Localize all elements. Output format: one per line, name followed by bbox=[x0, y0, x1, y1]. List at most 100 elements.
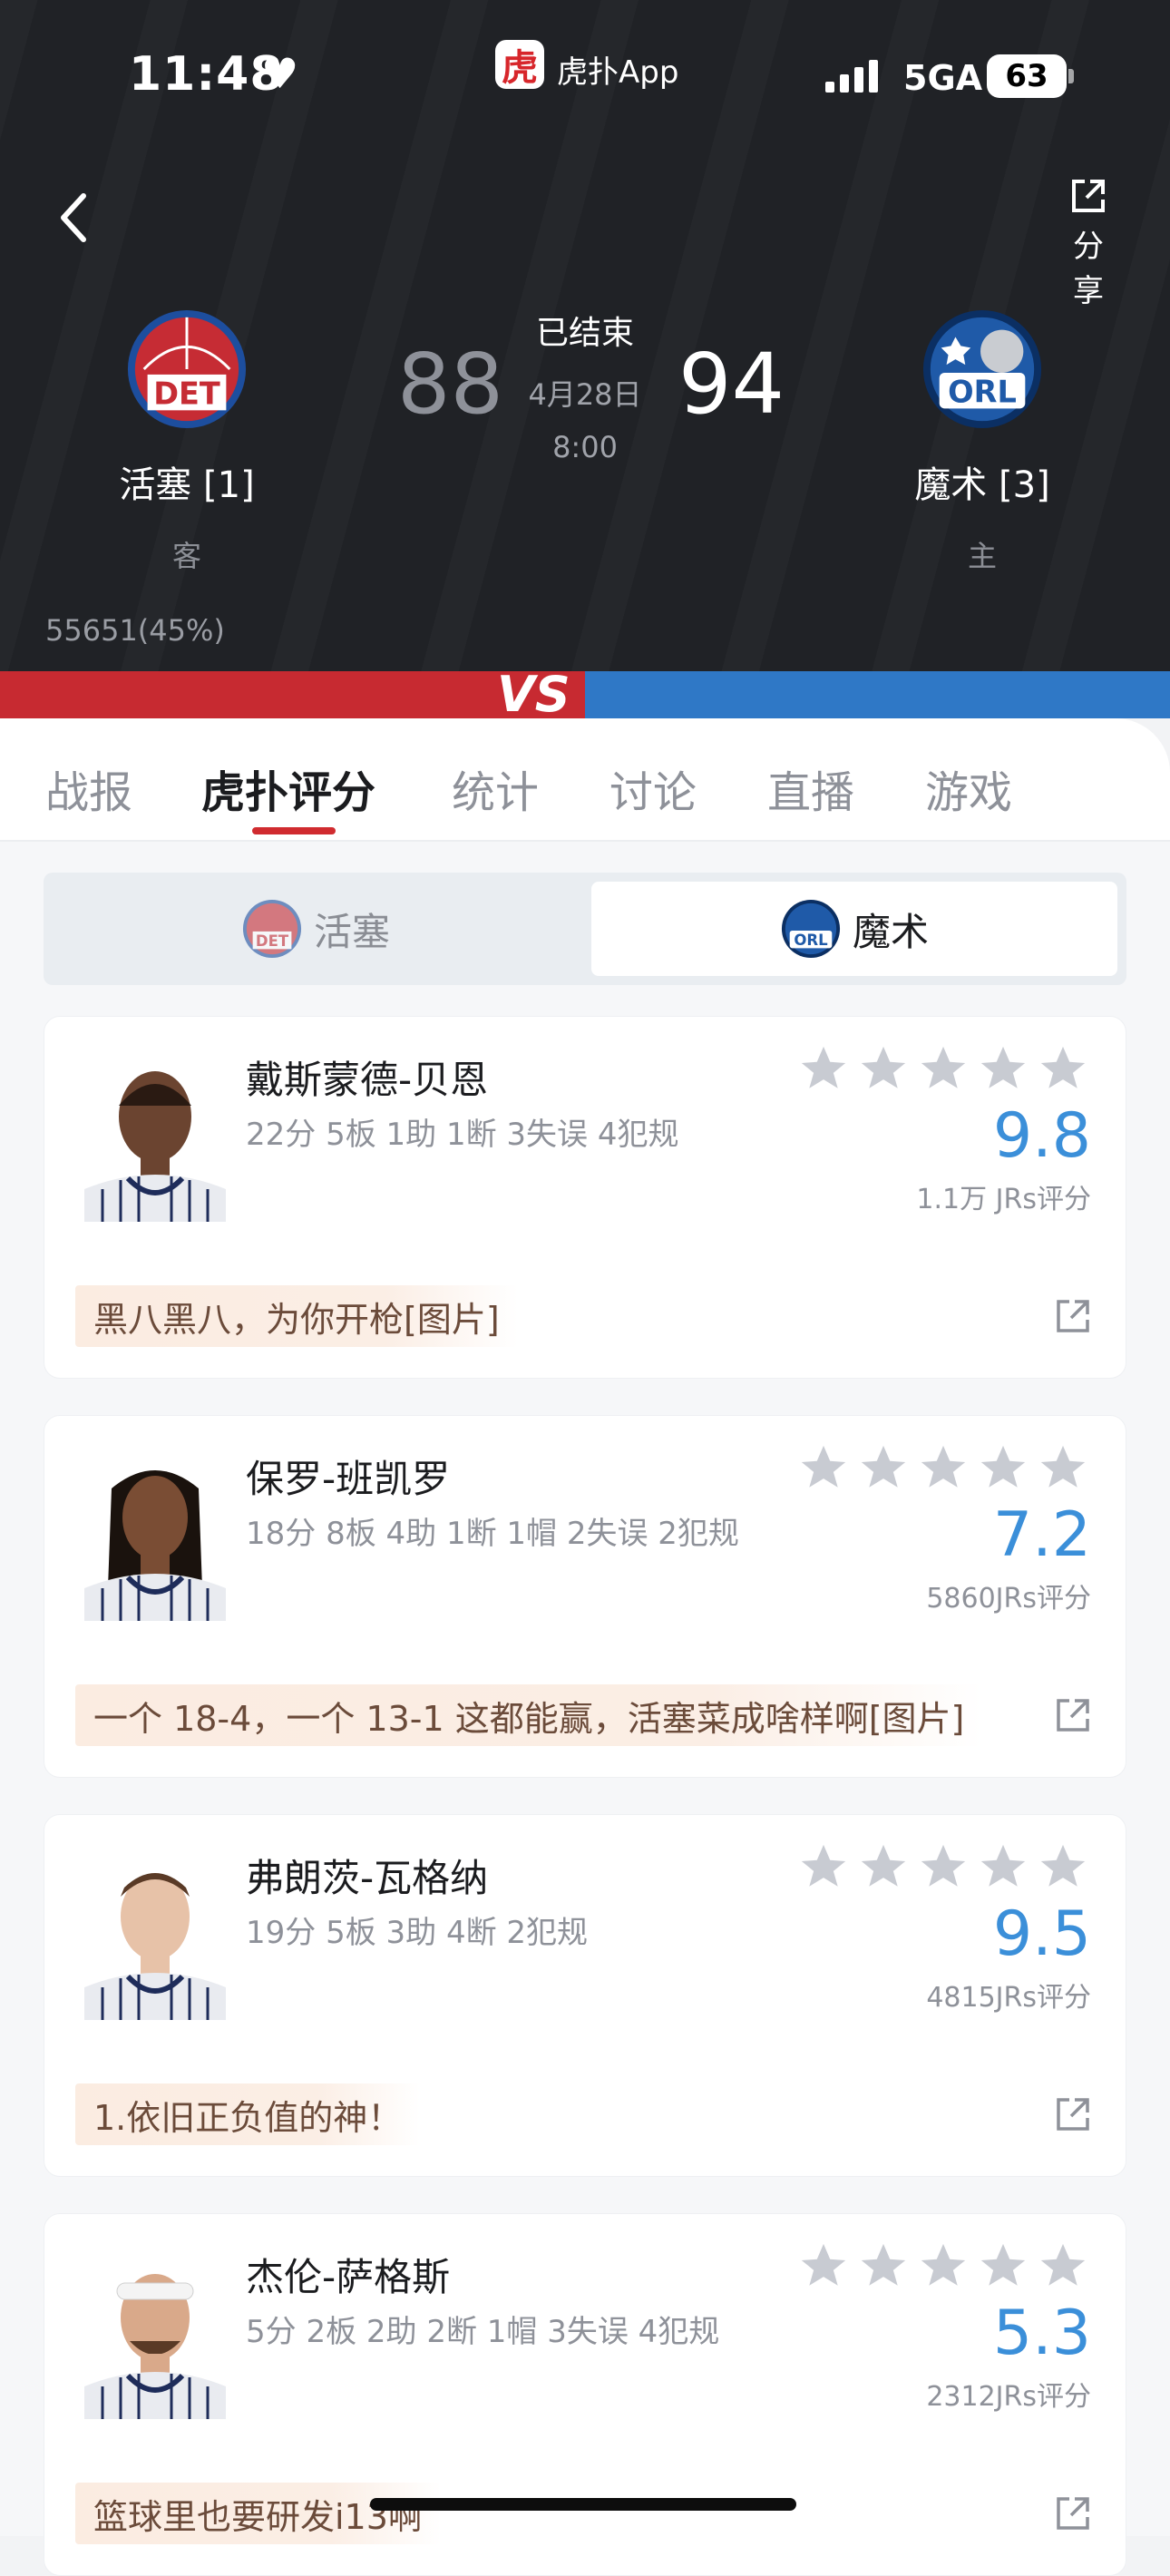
top-comment[interactable]: 1.依旧正负值的神！ bbox=[75, 2083, 421, 2145]
star-icon[interactable] bbox=[797, 2239, 850, 2292]
top-comment[interactable]: 篮球里也要研发i13啊 bbox=[75, 2483, 441, 2544]
top-comment[interactable]: 一个 18-4，一个 13-1 这都能赢，活塞菜成啥样啊[图片] bbox=[75, 1684, 983, 1746]
status-time: 11:48 bbox=[129, 47, 284, 102]
heart-icon: ♥ bbox=[261, 49, 299, 98]
star-icon[interactable] bbox=[977, 2239, 1029, 2292]
support-bar-home bbox=[585, 671, 1170, 718]
share-icon[interactable] bbox=[1053, 1296, 1093, 1336]
star-icon[interactable] bbox=[857, 2239, 910, 2292]
star-icon[interactable] bbox=[977, 1840, 1029, 1893]
away-team[interactable]: DET 活塞 [1] 客 bbox=[87, 307, 287, 575]
magic-mini-logo: ORL bbox=[781, 899, 841, 959]
game-time: 8:00 bbox=[552, 430, 618, 464]
team-switch-home[interactable]: ORL 魔术 bbox=[591, 882, 1117, 976]
star-icon[interactable] bbox=[977, 1441, 1029, 1494]
magic-mini-abbr: ORL bbox=[794, 932, 828, 949]
network-label: 5GA bbox=[903, 58, 983, 98]
star-rating[interactable] bbox=[797, 1840, 1089, 1893]
player-card[interactable]: 杰伦-萨格斯 5分 2板 2助 2断 1帽 3失误 4犯规 5.3 2312JR… bbox=[44, 2213, 1126, 2576]
tab-active-indicator bbox=[252, 827, 336, 834]
share-label: 分享 bbox=[1073, 229, 1104, 309]
player-stats: 18分 8板 4助 1断 1帽 2失误 2犯规 bbox=[246, 1516, 739, 1552]
away-score: 88 bbox=[397, 336, 504, 433]
game-status-text: 已结束 bbox=[535, 315, 634, 352]
pistons-mini-logo: DET bbox=[242, 899, 302, 959]
tab-stats[interactable]: 统计 bbox=[452, 756, 539, 820]
player-photo bbox=[75, 2250, 235, 2419]
player-stats: 19分 5板 3助 4断 2犯规 bbox=[246, 1915, 589, 1951]
star-rating[interactable] bbox=[797, 1042, 1089, 1095]
hupu-app-icon: 虎 bbox=[495, 40, 544, 89]
player-card[interactable]: 弗朗茨-瓦格纳 19分 5板 3助 4断 2犯规 9.5 4815JRs评分 1… bbox=[44, 1814, 1126, 2177]
tab-hupu-rating[interactable]: 虎扑评分 bbox=[201, 756, 375, 820]
share-icon[interactable] bbox=[1053, 2493, 1093, 2533]
share-icon bbox=[1072, 180, 1105, 212]
player-photo bbox=[75, 1053, 235, 1222]
player-stats: 5分 2板 2助 2断 1帽 3失误 4犯规 bbox=[246, 2314, 720, 2350]
back-arrow-icon[interactable] bbox=[56, 190, 89, 245]
star-icon[interactable] bbox=[917, 1441, 970, 1494]
team-switch-away-label: 活塞 bbox=[313, 909, 390, 954]
game-status: 已结束 4月28日 8:00 bbox=[494, 307, 676, 464]
player-stats: 22分 5板 1助 1断 3失误 4犯规 bbox=[246, 1117, 679, 1153]
star-icon[interactable] bbox=[1037, 2239, 1089, 2292]
star-icon[interactable] bbox=[857, 1441, 910, 1494]
team-switch: DET 活塞 ORL 魔术 bbox=[44, 873, 1126, 985]
star-rating[interactable] bbox=[797, 1441, 1089, 1494]
star-icon[interactable] bbox=[797, 1042, 850, 1095]
team-switch-home-label: 魔术 bbox=[852, 909, 929, 954]
tab-games[interactable]: 游戏 bbox=[925, 756, 1012, 820]
home-indicator[interactable] bbox=[370, 2498, 796, 2511]
battery-icon: 63 bbox=[987, 54, 1067, 98]
star-icon[interactable] bbox=[917, 1042, 970, 1095]
pistons-abbr: DET bbox=[153, 376, 220, 411]
status-bar: 11:48 ♥ 虎 虎扑App 5GA 63 bbox=[0, 0, 1170, 154]
tab-bar: 战报 虎扑评分 统计 讨论 直播 游戏 bbox=[0, 718, 1170, 842]
star-icon[interactable] bbox=[1037, 1840, 1089, 1893]
away-team-name: 活塞 [1] bbox=[119, 464, 255, 506]
player-rating: 7.2 bbox=[992, 1499, 1091, 1571]
star-icon[interactable] bbox=[1037, 1441, 1089, 1494]
star-icon[interactable] bbox=[917, 1840, 970, 1893]
magic-logo: ORL bbox=[922, 309, 1042, 429]
player-card[interactable]: 戴斯蒙德-贝恩 22分 5板 1助 1断 3失误 4犯规 9.8 1.1万 JR… bbox=[44, 1016, 1126, 1379]
pistons-logo: DET bbox=[127, 309, 247, 429]
player-name: 戴斯蒙德-贝恩 bbox=[246, 1058, 489, 1102]
player-photo bbox=[75, 1452, 235, 1621]
share-button[interactable]: 分享 bbox=[1059, 176, 1117, 310]
share-icon[interactable] bbox=[1053, 1695, 1093, 1735]
star-rating[interactable] bbox=[797, 2239, 1089, 2292]
star-icon[interactable] bbox=[917, 2239, 970, 2292]
player-card[interactable]: 保罗-班凯罗 18分 8板 4助 1断 1帽 2失误 2犯规 7.2 5860J… bbox=[44, 1415, 1126, 1778]
game-header: 11:48 ♥ 虎 虎扑App 5GA 63 分享 DET 活塞 [1] 客 8… bbox=[0, 0, 1170, 671]
vs-label: VS bbox=[497, 666, 570, 723]
star-icon[interactable] bbox=[857, 1840, 910, 1893]
team-switch-away[interactable]: DET 活塞 bbox=[53, 882, 579, 976]
player-name: 弗朗茨-瓦格纳 bbox=[246, 1856, 489, 1900]
star-icon[interactable] bbox=[1037, 1042, 1089, 1095]
rating-count: 1.1万 JRs评分 bbox=[916, 1184, 1091, 1215]
player-rating: 9.5 bbox=[992, 1898, 1091, 1970]
game-date: 4月28日 bbox=[528, 377, 642, 412]
star-icon[interactable] bbox=[977, 1042, 1029, 1095]
player-rating: 9.8 bbox=[992, 1100, 1091, 1172]
signal-icon bbox=[825, 60, 878, 93]
away-team-side: 客 bbox=[171, 539, 201, 573]
away-support-count: 55651(45%) bbox=[45, 613, 225, 648]
home-team-side: 主 bbox=[967, 539, 997, 573]
top-comment[interactable]: 黑八黑八，为你开枪[图片] bbox=[75, 1285, 518, 1347]
battery-tip bbox=[1068, 69, 1074, 83]
star-icon[interactable] bbox=[857, 1042, 910, 1095]
share-icon[interactable] bbox=[1053, 2094, 1093, 2134]
home-team-name: 魔术 [3] bbox=[914, 464, 1050, 506]
tab-live[interactable]: 直播 bbox=[767, 756, 854, 820]
player-photo bbox=[75, 1851, 235, 2020]
tab-report[interactable]: 战报 bbox=[45, 756, 132, 820]
tab-discussion[interactable]: 讨论 bbox=[609, 756, 697, 820]
magic-abbr: ORL bbox=[948, 374, 1017, 409]
star-icon[interactable] bbox=[797, 1441, 850, 1494]
player-rating: 5.3 bbox=[992, 2298, 1091, 2369]
support-bar bbox=[0, 671, 1170, 718]
home-team[interactable]: ORL 魔术 [3] 主 bbox=[882, 307, 1082, 575]
star-icon[interactable] bbox=[797, 1840, 850, 1893]
